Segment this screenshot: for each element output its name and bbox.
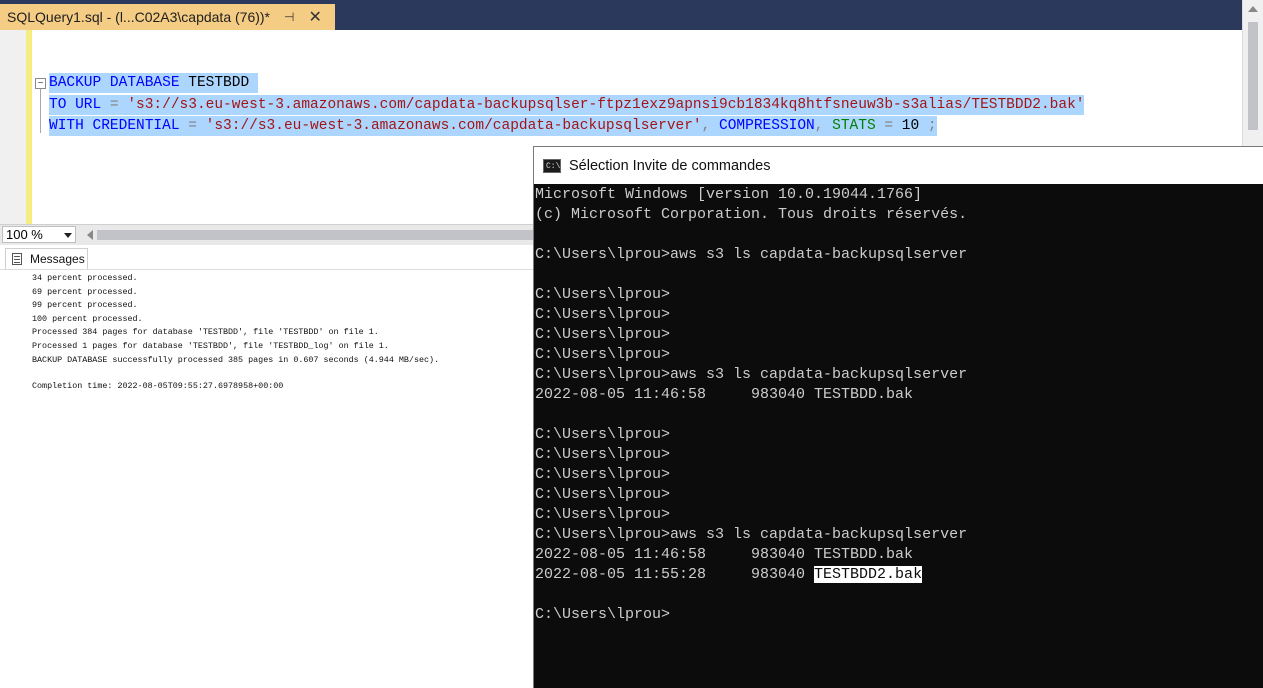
console-line: C:\Users\lprou> bbox=[535, 426, 671, 443]
code-token: 's3://s3.eu-west-3.amazonaws.com/capdata… bbox=[205, 118, 702, 134]
results-tabstrip: Messages bbox=[0, 245, 534, 270]
message-line: 99 percent processed. bbox=[32, 300, 138, 311]
code-token: = bbox=[188, 118, 197, 134]
code-token: TO bbox=[49, 97, 67, 113]
completion-time: Completion time: 2022-08-05T09:55:27.697… bbox=[32, 381, 284, 392]
console-line: 2022-08-05 11:46:58 983040 TESTBDD.bak bbox=[535, 546, 914, 563]
console-line: Microsoft Windows [version 10.0.19044.17… bbox=[535, 186, 923, 203]
code-token: COMPRESSION bbox=[719, 118, 815, 134]
console-line: C:\Users\lprou> bbox=[535, 446, 671, 463]
scroll-up-icon[interactable] bbox=[1248, 6, 1258, 12]
console-icon: C:\ bbox=[543, 158, 561, 173]
code-token: BACKUP bbox=[49, 75, 102, 91]
console-line: C:\Users\lprou> bbox=[535, 506, 671, 523]
message-line: 100 percent processed. bbox=[32, 313, 143, 324]
code-token: 's3://s3.eu-west-3.amazonaws.com/capdata… bbox=[127, 97, 1085, 113]
console-line: C:\Users\lprou>aws s3 ls capdata-backups… bbox=[535, 246, 968, 263]
code-token: ; bbox=[927, 118, 937, 134]
document-tabstrip: SQLQuery1.sql - (l...C02A3\capdata (76))… bbox=[0, 0, 1242, 30]
horizontal-scrollbar-thumb[interactable] bbox=[97, 230, 534, 240]
code-token: TESTBDD bbox=[179, 75, 258, 91]
editor-gutter bbox=[0, 30, 26, 224]
console-line: C:\Users\lprou>aws s3 ls capdata-backups… bbox=[535, 366, 968, 383]
zoom-dropdown[interactable]: 100 % bbox=[2, 226, 76, 243]
console-line: C:\Users\lprou> bbox=[535, 306, 671, 323]
console-line: C:\Users\lprou> bbox=[535, 486, 671, 503]
console-line: C:\Users\lprou> bbox=[535, 346, 671, 363]
console-line-selected[interactable]: 2022-08-05 11:55:28 983040 TESTBDD2.bak bbox=[535, 565, 967, 585]
pin-icon[interactable]: ⊣ bbox=[284, 10, 294, 24]
editor-vertical-scrollbar[interactable] bbox=[1242, 0, 1263, 150]
console-line: C:\Users\lprou> bbox=[535, 466, 671, 483]
change-tracking-margin bbox=[26, 30, 32, 224]
code-line[interactable]: BACKUP DATABASE TESTBDD bbox=[49, 73, 258, 93]
code-token: = bbox=[109, 97, 119, 113]
tab-messages[interactable]: Messages bbox=[5, 248, 88, 269]
console-line: C:\Users\lprou> bbox=[535, 286, 671, 303]
message-line: 34 percent processed. bbox=[32, 273, 138, 283]
code-token: WITH bbox=[49, 118, 84, 134]
messages-icon bbox=[12, 253, 22, 265]
message-line: 69 percent processed. bbox=[32, 286, 138, 297]
console-output[interactable]: Microsoft Windows [version 10.0.19044.17… bbox=[535, 185, 967, 625]
message-line: BACKUP DATABASE successfully processed 3… bbox=[32, 354, 440, 365]
code-token: DATABASE bbox=[109, 75, 180, 91]
outline-collapse-icon[interactable]: − bbox=[35, 78, 46, 89]
cmd-title-bar[interactable]: C:\ Sélection Invite de commandes bbox=[534, 147, 1263, 184]
console-line-prefix: 2022-08-05 11:55:28 983040 bbox=[535, 566, 815, 583]
chevron-down-icon[interactable] bbox=[64, 233, 72, 238]
code-token: URL bbox=[75, 97, 102, 113]
console-line: C:\Users\lprou> bbox=[535, 326, 671, 343]
scroll-left-icon[interactable] bbox=[87, 230, 93, 240]
console-selection[interactable]: TESTBDD2.bak bbox=[814, 566, 923, 583]
console-prompt[interactable]: C:\Users\lprou> bbox=[535, 605, 967, 625]
command-prompt-window[interactable]: C:\ Sélection Invite de commandes Micros… bbox=[533, 146, 1263, 688]
editor-status-bar: 100 % bbox=[0, 224, 534, 245]
console-line: (c) Microsoft Corporation. Tous droits r… bbox=[535, 206, 968, 223]
code-token: = bbox=[884, 118, 894, 134]
code-token: CREDENTIAL bbox=[92, 118, 180, 134]
code-token: STATS bbox=[832, 118, 876, 134]
query-document-tab[interactable]: SQLQuery1.sql - (l...C02A3\capdata (76))… bbox=[0, 4, 335, 30]
query-tab-title: SQLQuery1.sql - (l...C02A3\capdata (76))… bbox=[7, 9, 271, 25]
message-line: Processed 1 pages for database 'TESTBDD'… bbox=[32, 340, 389, 351]
zoom-value: 100 % bbox=[6, 227, 43, 242]
scrollbar-thumb[interactable] bbox=[1248, 22, 1258, 130]
results-pane: Messages 34 percent processed. 69 percen… bbox=[0, 245, 534, 688]
code-token: 10 bbox=[893, 118, 928, 134]
messages-list: 34 percent processed. 69 percent process… bbox=[32, 272, 439, 394]
cmd-window-title: Sélection Invite de commandes bbox=[569, 157, 771, 174]
code-line[interactable]: WITH CREDENTIAL = 's3://s3.eu-west-3.ama… bbox=[49, 116, 937, 136]
outline-guide bbox=[40, 89, 41, 133]
close-icon[interactable]: ✕ bbox=[308, 7, 321, 27]
console-line: 2022-08-05 11:46:58 983040 TESTBDD.bak bbox=[535, 386, 914, 403]
message-line: Processed 384 pages for database 'TESTBD… bbox=[32, 327, 379, 338]
console-line: C:\Users\lprou>aws s3 ls capdata-backups… bbox=[535, 526, 968, 543]
code-line[interactable]: TO URL = 's3://s3.eu-west-3.amazonaws.co… bbox=[49, 95, 1085, 115]
messages-tab-label: Messages bbox=[30, 252, 85, 266]
